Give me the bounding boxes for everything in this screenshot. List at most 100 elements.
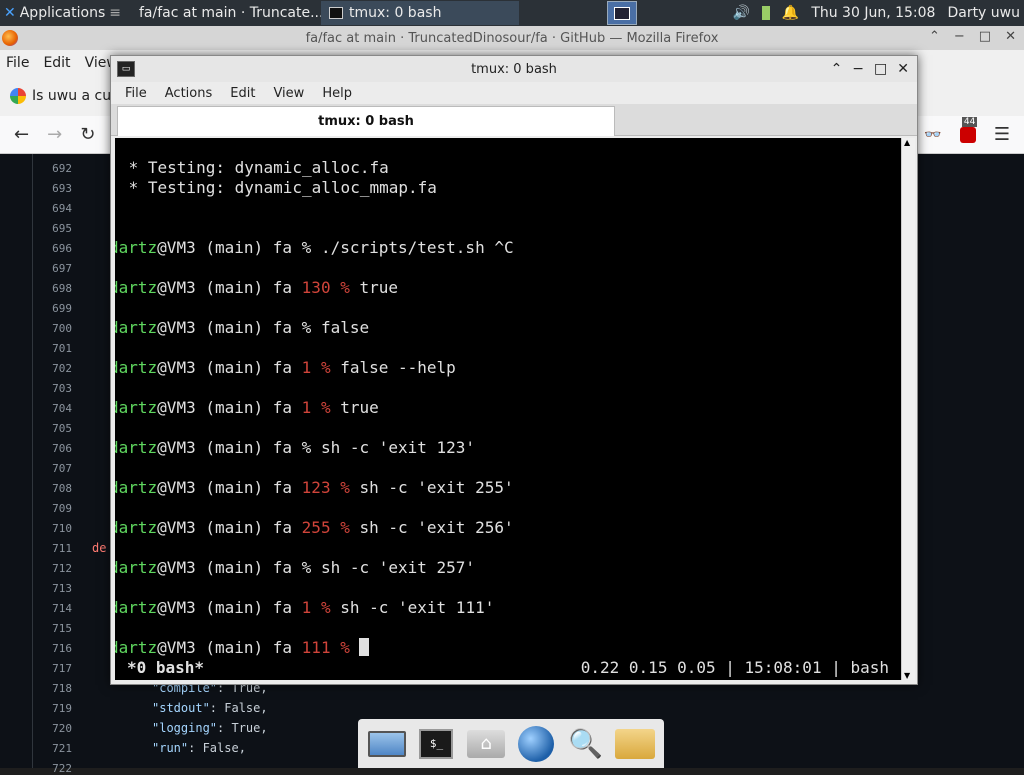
- exit-code: 130 %: [301, 278, 350, 297]
- line-number[interactable]: 695: [40, 222, 72, 235]
- code-line: "run": False,: [152, 741, 246, 755]
- line-number[interactable]: 710: [40, 522, 72, 535]
- extension-glasses-icon[interactable]: 👓: [924, 127, 941, 143]
- prompt-host: @VM3 (main) fa: [157, 638, 302, 657]
- terminal-output[interactable]: * Testing: dynamic_alloc.fa * Testing: d…: [115, 138, 901, 680]
- prompt-user: dartz: [115, 518, 158, 537]
- menu-actions[interactable]: Actions: [165, 86, 213, 101]
- task-firefox[interactable]: fa/fac at main · Truncate...: [125, 1, 321, 25]
- command-text: true: [349, 278, 399, 297]
- tmux-status-right: 0.22 0.15 0.05 | 15:08:01 | bash: [580, 658, 889, 677]
- line-number[interactable]: 698: [40, 282, 72, 295]
- line-number[interactable]: 701: [40, 342, 72, 355]
- line-number[interactable]: 707: [40, 462, 72, 475]
- restore-icon[interactable]: □: [979, 29, 991, 44]
- menu-file[interactable]: File: [125, 86, 147, 101]
- exit-code: 1 %: [301, 598, 331, 617]
- line-number[interactable]: 699: [40, 302, 72, 315]
- code-key: "logging": [152, 721, 218, 735]
- close-icon[interactable]: ✕: [897, 61, 909, 77]
- command-text: % ./scripts/test.sh ^C: [301, 238, 514, 257]
- search-icon[interactable]: 🔍: [563, 724, 607, 764]
- line-number[interactable]: 709: [40, 502, 72, 515]
- line-number[interactable]: 708: [40, 482, 72, 495]
- line-number[interactable]: 712: [40, 562, 72, 575]
- code-value: : True,: [217, 721, 268, 735]
- line-number[interactable]: 704: [40, 402, 72, 415]
- maximize-icon[interactable]: □: [874, 61, 887, 77]
- ff-menu-edit[interactable]: Edit: [43, 55, 70, 71]
- back-icon[interactable]: ←: [14, 124, 29, 145]
- prompt-user: dartz: [115, 358, 158, 377]
- line-number[interactable]: 715: [40, 622, 72, 635]
- scroll-down-icon[interactable]: ▼: [904, 671, 910, 680]
- terminal-scrollbar[interactable]: ▲ ▼: [901, 138, 915, 680]
- prompt-host: @VM3 (main) fa: [157, 318, 302, 337]
- prompt-user: dartz: [115, 638, 158, 657]
- menu-view[interactable]: View: [273, 86, 304, 101]
- minimize-icon[interactable]: −: [852, 61, 864, 77]
- prompt-host: @VM3 (main) fa: [157, 398, 302, 417]
- command-text: sh -c 'exit 111': [330, 598, 495, 617]
- tab-tmux-bash[interactable]: tmux: 0 bash: [117, 106, 615, 136]
- line-number[interactable]: 703: [40, 382, 72, 395]
- terminal-cursor: [359, 638, 370, 656]
- folder-icon[interactable]: [613, 724, 657, 764]
- home-folder-icon[interactable]: ⌂: [464, 724, 508, 764]
- user-menu[interactable]: Darty uwu: [947, 5, 1020, 21]
- minimize-icon[interactable]: −: [954, 29, 965, 44]
- battery-icon[interactable]: [761, 6, 770, 20]
- menu-edit[interactable]: Edit: [230, 86, 255, 101]
- line-number[interactable]: 713: [40, 582, 72, 595]
- close-icon[interactable]: ✕: [1005, 29, 1016, 44]
- code-key: "run": [152, 741, 189, 755]
- line-number[interactable]: 700: [40, 322, 72, 335]
- line-number[interactable]: 702: [40, 362, 72, 375]
- maximize-up-icon[interactable]: ⌃: [929, 29, 940, 44]
- line-number[interactable]: 696: [40, 242, 72, 255]
- line-number[interactable]: 718: [40, 682, 72, 695]
- task-tmux[interactable]: tmux: 0 bash: [321, 1, 519, 25]
- terminal-prompt-line: dartz@VM3 (main) fa % sh -c 'exit 123': [115, 438, 475, 457]
- line-number[interactable]: 717: [40, 662, 72, 675]
- hamburger-menu-icon[interactable]: ☰: [994, 124, 1010, 145]
- line-number[interactable]: 721: [40, 742, 72, 755]
- line-number[interactable]: 692: [40, 162, 72, 175]
- line-number[interactable]: 720: [40, 722, 72, 735]
- applications-menu[interactable]: ✕ Applications ≡: [0, 0, 125, 26]
- line-number[interactable]: 697: [40, 262, 72, 275]
- line-number[interactable]: 714: [40, 602, 72, 615]
- notification-bell-icon[interactable]: 🔔: [782, 5, 799, 21]
- scroll-up-icon[interactable]: ▲: [904, 138, 910, 147]
- ff-tab-label[interactable]: Is uwu a cu: [32, 88, 111, 104]
- line-number[interactable]: 716: [40, 642, 72, 655]
- terminal-prompt-line: dartz@VM3 (main) fa 130 % true: [115, 278, 398, 297]
- clock[interactable]: Thu 30 Jun, 15:08: [811, 5, 935, 21]
- volume-icon[interactable]: 🔊: [732, 5, 749, 21]
- prompt-host: @VM3 (main) fa: [157, 478, 302, 497]
- reload-icon[interactable]: ↻: [80, 124, 95, 145]
- terminal-icon: [329, 7, 343, 19]
- line-number[interactable]: 711: [40, 542, 72, 555]
- keep-above-icon[interactable]: ⌃: [831, 61, 843, 77]
- forward-icon[interactable]: →: [47, 124, 62, 145]
- google-icon: [10, 88, 26, 104]
- command-text: true: [330, 398, 379, 417]
- display-icon[interactable]: [365, 724, 409, 764]
- line-number[interactable]: 722: [40, 762, 72, 775]
- line-number[interactable]: 706: [40, 442, 72, 455]
- line-number[interactable]: 694: [40, 202, 72, 215]
- task-firefox-label: fa/fac at main · Truncate...: [139, 5, 321, 21]
- ff-menu-file[interactable]: File: [6, 55, 29, 71]
- web-browser-icon[interactable]: [514, 724, 558, 764]
- line-number[interactable]: 705: [40, 422, 72, 435]
- menu-help[interactable]: Help: [322, 86, 352, 101]
- code-line: "stdout": False,: [152, 701, 268, 715]
- tmux-tabstrip: tmux: 0 bash: [111, 104, 917, 136]
- workspace-switcher[interactable]: [607, 1, 637, 25]
- extension-ublock-icon[interactable]: 44: [959, 116, 978, 143]
- line-number[interactable]: 693: [40, 182, 72, 195]
- terminal-prompt-line: dartz@VM3 (main) fa 111 %: [115, 638, 370, 657]
- terminal-icon[interactable]: $_: [414, 724, 458, 764]
- line-number[interactable]: 719: [40, 702, 72, 715]
